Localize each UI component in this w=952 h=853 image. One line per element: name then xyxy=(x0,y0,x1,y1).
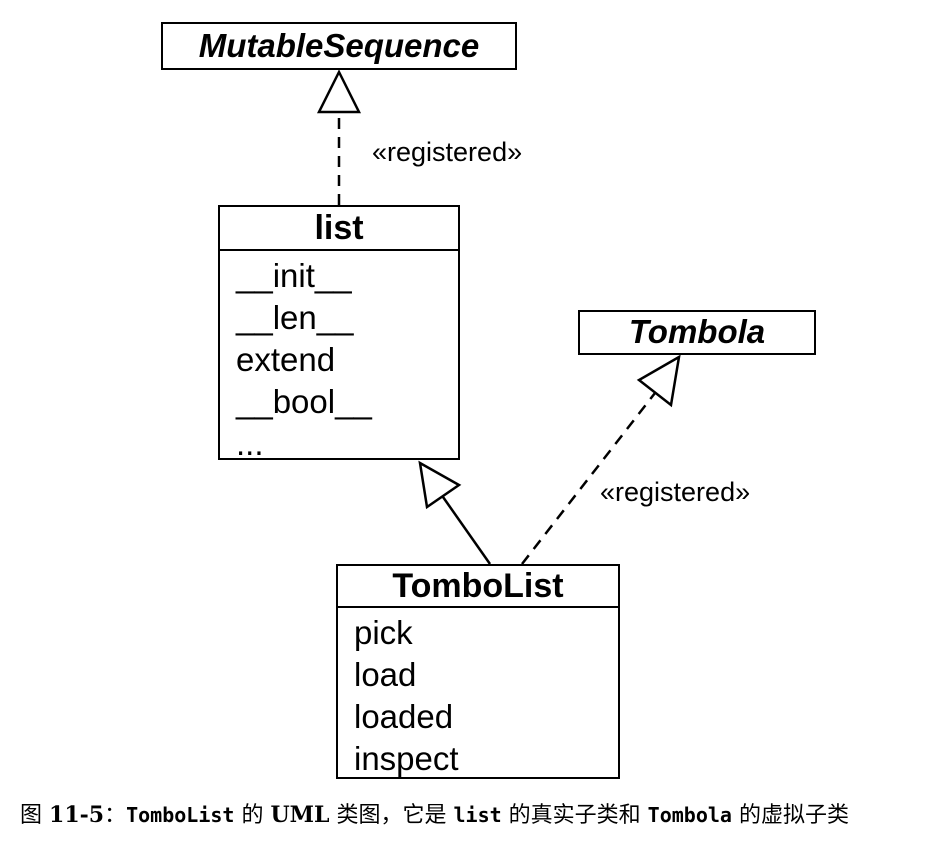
caption-uml: UML xyxy=(270,802,330,828)
figure-caption: 图 11-5：TomboList 的 UML 类图，它是 list 的真实子类和… xyxy=(20,800,940,831)
method-list: __init__ __len__ extend __bool__ ... xyxy=(220,251,458,465)
class-name-tombolist: TomboList xyxy=(338,566,618,608)
caption-code-list: list xyxy=(453,803,502,827)
caption-code-tombolist: TomboList xyxy=(126,803,235,827)
method-item: __len__ xyxy=(236,299,354,336)
caption-fig-number: 11-5 xyxy=(49,802,105,828)
class-name-mutablesequence: MutableSequence xyxy=(198,27,480,64)
class-name-list: list xyxy=(220,207,458,251)
caption-code-tombola: Tombola xyxy=(647,803,732,827)
stereotype-label-registered: «registered» xyxy=(372,137,523,167)
method-item: inspect xyxy=(354,740,459,777)
caption-separator: ： xyxy=(104,803,127,828)
class-name-tombola: Tombola xyxy=(628,313,766,350)
stereotype-label-registered: «registered» xyxy=(600,477,751,507)
realization-arrowhead-tombola xyxy=(636,354,681,408)
method-item: pick xyxy=(354,614,413,651)
method-item: load xyxy=(354,656,417,693)
method-list: pick load loaded inspect xyxy=(338,608,618,780)
caption-fig-label: 图 xyxy=(20,803,43,828)
class-box-list: list __init__ __len__ extend __bool__ ..… xyxy=(218,205,460,462)
inheritance-line-tombolist-list xyxy=(441,496,492,565)
realization-arrowhead-mutablesequence xyxy=(316,69,362,114)
caption-text: 的虚拟子类 xyxy=(731,803,849,828)
caption-text: 的 xyxy=(234,803,271,828)
method-item: __bool__ xyxy=(236,383,372,420)
inheritance-arrowhead-list xyxy=(418,460,462,510)
caption-text: 的真实子类和 xyxy=(501,803,648,828)
class-box-tombola: Tombola xyxy=(578,310,816,355)
method-item: loaded xyxy=(354,698,454,735)
method-item: extend xyxy=(236,341,336,378)
class-box-mutablesequence: MutableSequence xyxy=(161,22,517,70)
caption-text: 类图，它是 xyxy=(329,803,454,828)
class-box-tombolist: TomboList pick load loaded inspect xyxy=(336,564,620,779)
method-item: __init__ xyxy=(236,257,352,294)
method-item: ... xyxy=(236,425,264,462)
